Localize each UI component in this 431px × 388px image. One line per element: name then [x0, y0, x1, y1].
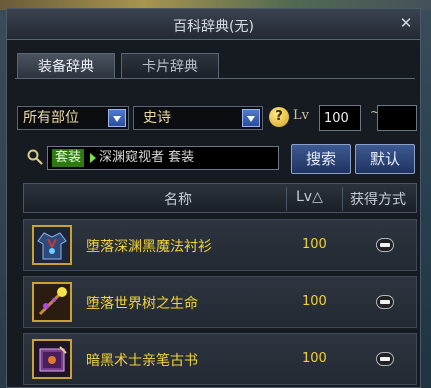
- book-icon: [32, 339, 72, 379]
- default-button[interactable]: 默认: [355, 144, 415, 174]
- search-filter-tag: 套装: [52, 149, 85, 167]
- rarity-select-value: 史诗: [143, 110, 171, 126]
- header-method[interactable]: 获得方式: [350, 189, 406, 209]
- tab-card[interactable]: 卡片辞典: [121, 53, 219, 79]
- search-input[interactable]: 套装 深渊窥视者 套装: [47, 146, 279, 170]
- branch-icon: [32, 282, 72, 322]
- item-name: 堕落深渊黑魔法衬衫: [86, 239, 212, 255]
- level-label: Lv: [293, 108, 309, 123]
- close-icon[interactable]: ✕: [398, 15, 414, 31]
- table-row[interactable]: 堕落深渊黑魔法衬衫 100: [23, 219, 417, 271]
- tab-divider: [15, 78, 415, 79]
- title-bar[interactable]: 百科辞典(无) ✕: [7, 9, 420, 40]
- chevron-down-icon[interactable]: [108, 109, 126, 127]
- tag-arrow-icon: [90, 153, 96, 163]
- search-input-text: 深渊窥视者 套装: [99, 150, 195, 165]
- robe-icon: [32, 225, 72, 265]
- header-name[interactable]: 名称: [164, 189, 192, 209]
- table-row[interactable]: 暗黑术士亲笔古书 100: [23, 333, 417, 385]
- header-divider: [342, 187, 343, 211]
- header-level[interactable]: Lv△: [296, 189, 323, 205]
- rarity-select[interactable]: 史诗: [133, 106, 263, 130]
- acquire-method-icon[interactable]: [376, 295, 394, 309]
- item-name: 暗黑术士亲笔古书: [86, 353, 198, 369]
- header-divider: [286, 187, 287, 211]
- acquire-method-icon[interactable]: [376, 352, 394, 366]
- window-title: 百科辞典(无): [173, 19, 254, 35]
- item-level: 100: [302, 237, 327, 252]
- help-icon[interactable]: ?: [269, 107, 289, 127]
- table-row[interactable]: 堕落世界树之生命 100: [23, 276, 417, 328]
- chevron-down-icon[interactable]: [242, 109, 260, 127]
- level-min-input[interactable]: [319, 105, 361, 131]
- table-header: 名称 Lv△ 获得方式: [23, 183, 417, 213]
- part-select[interactable]: 所有部位: [17, 106, 129, 130]
- acquire-method-icon[interactable]: [376, 238, 394, 252]
- level-max-input[interactable]: [377, 105, 417, 131]
- search-icon: [27, 149, 43, 165]
- item-level: 100: [302, 351, 327, 366]
- encyclopedia-window: 百科辞典(无) ✕ 装备辞典 卡片辞典 所有部位 史诗 ? Lv ~ 套装 深渊…: [6, 8, 421, 388]
- part-select-value: 所有部位: [23, 110, 79, 126]
- search-button[interactable]: 搜索: [291, 144, 351, 174]
- tab-equipment[interactable]: 装备辞典: [17, 53, 115, 79]
- item-name: 堕落世界树之生命: [86, 296, 198, 312]
- item-level: 100: [302, 294, 327, 309]
